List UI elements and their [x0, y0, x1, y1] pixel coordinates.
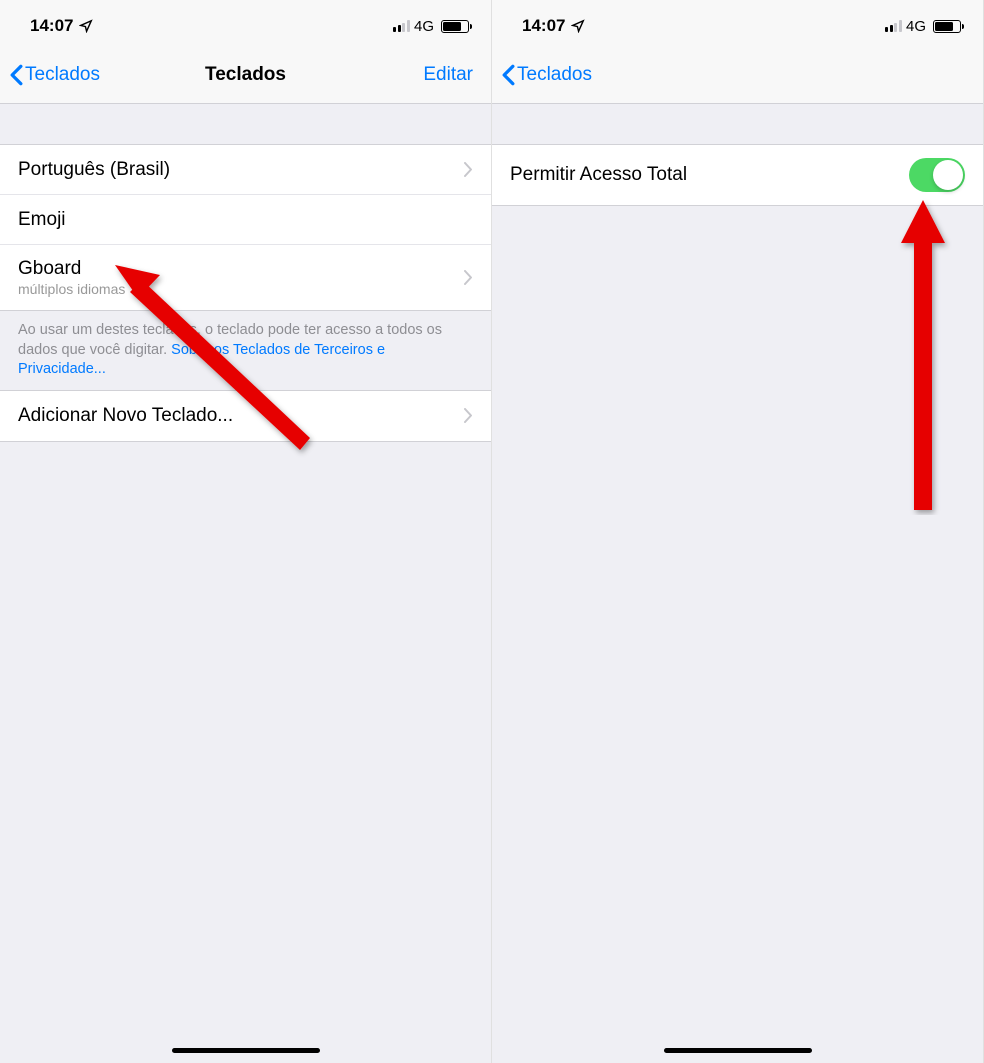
full-access-toggle[interactable]	[909, 158, 965, 192]
location-icon	[79, 19, 93, 33]
back-button[interactable]: Teclados	[10, 64, 100, 86]
status-time: 14:07	[30, 16, 73, 36]
add-keyboard-button[interactable]: Adicionar Novo Teclado...	[0, 391, 491, 441]
battery-icon	[441, 20, 469, 33]
location-icon	[571, 19, 585, 33]
navigation-bar: Teclados	[492, 48, 983, 104]
edit-button[interactable]: Editar	[423, 64, 473, 86]
add-keyboard-group: Adicionar Novo Teclado...	[0, 390, 491, 442]
back-button[interactable]: Teclados	[502, 64, 592, 86]
keyboard-title: Português (Brasil)	[18, 159, 170, 181]
network-label: 4G	[906, 18, 926, 35]
screen-full-access: 14:07 4G Teclados	[492, 0, 984, 1063]
chevron-right-icon	[464, 408, 473, 423]
keyboard-title: Emoji	[18, 209, 66, 231]
home-indicator[interactable]	[664, 1048, 812, 1053]
battery-icon	[933, 20, 961, 33]
signal-icon	[885, 20, 902, 32]
keyboard-subtitle: múltiplos idiomas	[18, 281, 125, 297]
chevron-left-icon	[10, 64, 23, 86]
keyboard-title: Gboard	[18, 258, 125, 280]
keyboard-item-portuguese[interactable]: Português (Brasil)	[0, 145, 491, 195]
chevron-right-icon	[464, 162, 473, 177]
full-access-group: Permitir Acesso Total	[492, 144, 983, 206]
content-area: Permitir Acesso Total	[492, 104, 983, 206]
back-label: Teclados	[517, 64, 592, 86]
home-indicator[interactable]	[172, 1048, 320, 1053]
privacy-footer: Ao usar um destes teclados, o teclado po…	[0, 311, 491, 390]
keyboards-list: Português (Brasil) Emoji Gboard múltiplo…	[0, 144, 491, 311]
full-access-row: Permitir Acesso Total	[492, 145, 983, 205]
status-time: 14:07	[522, 16, 565, 36]
toggle-knob	[933, 160, 963, 190]
keyboard-item-emoji[interactable]: Emoji	[0, 195, 491, 245]
chevron-right-icon	[464, 270, 473, 285]
status-bar: 14:07 4G	[0, 0, 491, 48]
red-arrow-annotation	[893, 195, 953, 515]
keyboard-item-gboard[interactable]: Gboard múltiplos idiomas	[0, 245, 491, 310]
content-area: Português (Brasil) Emoji Gboard múltiplo…	[0, 104, 491, 442]
network-label: 4G	[414, 18, 434, 35]
full-access-label: Permitir Acesso Total	[510, 164, 687, 186]
add-keyboard-label: Adicionar Novo Teclado...	[18, 405, 233, 427]
back-label: Teclados	[25, 64, 100, 86]
chevron-left-icon	[502, 64, 515, 86]
signal-icon	[393, 20, 410, 32]
navigation-bar: Teclados Teclados Editar	[0, 48, 491, 104]
screen-keyboards-list: 14:07 4G Teclados Teclados Ed	[0, 0, 492, 1063]
status-bar: 14:07 4G	[492, 0, 983, 48]
page-title: Teclados	[205, 64, 286, 86]
